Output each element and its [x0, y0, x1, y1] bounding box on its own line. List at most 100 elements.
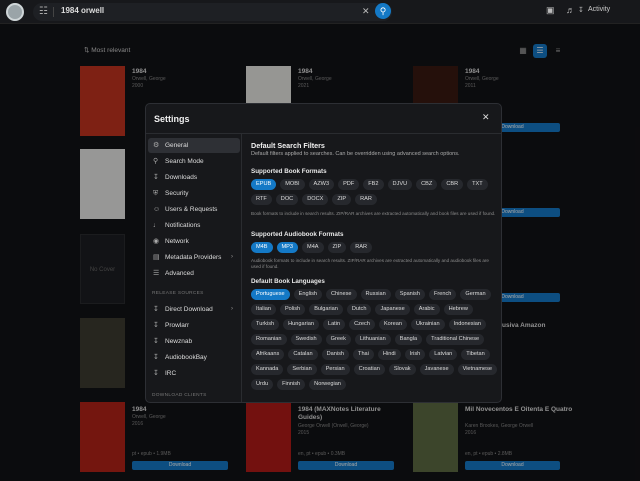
audiobook-format-chips: M4B MP3 M4A ZIP RAR [251, 242, 499, 253]
sidebar-item-network[interactable]: ◉ Network [148, 234, 240, 249]
language-chip[interactable]: Hebrew [443, 304, 473, 315]
search-box[interactable]: ☷ 1984 orwell ✕ [33, 3, 392, 21]
language-chip[interactable]: Russian [360, 289, 391, 300]
sidebar-item-irc[interactable]: ↧ IRC [148, 366, 240, 381]
language-chip[interactable]: Slovak [388, 364, 416, 375]
sidebar-item-audiobookbay[interactable]: ↧ AudiobookBay [148, 350, 240, 365]
audiobook-format-chip[interactable]: M4B [251, 242, 273, 253]
language-chip[interactable]: Czech [349, 319, 375, 330]
language-chip[interactable]: Lithuanian [354, 334, 391, 345]
language-chip[interactable]: Irish [404, 349, 426, 360]
language-chip[interactable]: Bangla [394, 334, 423, 345]
book-format-chip[interactable]: DOC [275, 194, 299, 205]
language-chip[interactable]: Javanese [419, 364, 454, 375]
language-chip[interactable]: Portuguese [251, 289, 290, 300]
sidebar-item-downloads[interactable]: ↧ Downloads [148, 170, 240, 185]
clear-icon[interactable]: ✕ [362, 6, 370, 17]
audiobook-format-chip[interactable]: ZIP [327, 242, 347, 253]
language-chip[interactable]: Swedish [290, 334, 322, 345]
globe-icon: ◉ [153, 238, 160, 245]
language-chip[interactable]: Romanian [251, 334, 287, 345]
language-chip[interactable]: Vietnamese [457, 364, 498, 375]
release-sources-label: RELEASE SOURCES [152, 291, 204, 296]
book-formats-hint: Book formats to include in search result… [251, 211, 496, 216]
book-formats-title: Supported Book Formats [251, 168, 327, 175]
language-chip[interactable]: Finnish [277, 379, 306, 390]
language-chip[interactable]: Indonesian [448, 319, 487, 330]
book-format-chip[interactable]: ZIP [332, 194, 352, 205]
app-logo[interactable] [6, 3, 24, 21]
language-chip[interactable]: Thai [353, 349, 374, 360]
book-icon[interactable]: ☷ [39, 6, 48, 17]
download-icon: ↧ [153, 354, 159, 361]
language-chip[interactable]: Hungarian [283, 319, 319, 330]
language-chip[interactable]: French [428, 289, 457, 300]
book-format-chip[interactable]: MOBI [280, 179, 305, 190]
language-chip[interactable]: Latvian [429, 349, 458, 360]
settings-content: Default Search Filters Default filters a… [242, 134, 501, 402]
database-icon: ▤ [153, 254, 160, 261]
language-chip[interactable]: German [460, 289, 491, 300]
language-chip[interactable]: Greek [325, 334, 351, 345]
sidebar-item-search-mode[interactable]: ⚲ Search Mode [148, 154, 240, 169]
language-chip[interactable]: Persian [320, 364, 350, 375]
close-icon[interactable]: ✕ [482, 112, 490, 123]
book-format-chip[interactable]: RAR [355, 194, 377, 205]
language-chip[interactable]: Korean [378, 319, 407, 330]
sidebar-item-security[interactable]: ⛨ Security [148, 186, 240, 201]
book-format-chip[interactable]: CBR [441, 179, 464, 190]
book-open-icon[interactable]: ▣ [546, 5, 555, 16]
language-chip[interactable]: Dutch [346, 304, 372, 315]
language-chip[interactable]: Serbian [287, 364, 317, 375]
language-chip[interactable]: Catalan [288, 349, 318, 360]
book-format-chip[interactable]: AZW3 [308, 179, 335, 190]
search-button[interactable]: ⚲ [375, 3, 391, 19]
modal-title: Settings [154, 114, 190, 124]
language-chip[interactable]: Danish [321, 349, 350, 360]
language-chip[interactable]: Kannada [251, 364, 284, 375]
audiobook-format-chip[interactable]: RAR [350, 242, 373, 253]
language-chip[interactable]: Japanese [375, 304, 410, 315]
book-format-chip[interactable]: FB2 [363, 179, 384, 190]
sidebar-item-prowlarr[interactable]: ↧ Prowlarr [148, 318, 240, 333]
sidebar-item-notifications[interactable]: ♩ Notifications [148, 218, 240, 233]
language-chip[interactable]: Bulgarian [309, 304, 343, 315]
audiobook-format-chip[interactable]: M4A [302, 242, 324, 253]
sidebar-item-newznab[interactable]: ↧ Newznab [148, 334, 240, 349]
language-chip[interactable]: Latin [322, 319, 346, 330]
language-chip[interactable]: Turkish [251, 319, 280, 330]
audiobook-format-chip[interactable]: MP3 [276, 242, 299, 253]
language-chip[interactable]: Urdu [251, 379, 274, 390]
book-format-chip[interactable]: DOCX [302, 194, 329, 205]
language-chip[interactable]: Norwegian [309, 379, 346, 390]
book-format-chip[interactable]: DJVU [387, 179, 413, 190]
language-chip[interactable]: Ukrainian [411, 319, 445, 330]
activity-button[interactable]: Activity [588, 6, 610, 13]
language-chip[interactable]: Croatian [353, 364, 385, 375]
language-chip[interactable]: Afrikaans [251, 349, 285, 360]
language-chip[interactable]: Traditional Chinese [426, 334, 485, 345]
sidebar-item-users-requests[interactable]: ☺ Users & Requests [148, 202, 240, 217]
download-icon: ↧ [153, 370, 159, 377]
book-format-chip[interactable]: CBZ [416, 179, 438, 190]
audiobook-formats-hint: Audiobook formats to include in search r… [251, 258, 489, 269]
language-chip[interactable]: Italian [251, 304, 276, 315]
sidebar-item-general[interactable]: ⚙ General [148, 138, 240, 153]
sidebar-item-advanced[interactable]: ☰ Advanced [148, 266, 240, 281]
language-chip[interactable]: Tibetan [461, 349, 490, 360]
book-format-chip[interactable]: PDF [338, 179, 360, 190]
language-chip[interactable]: English [293, 289, 322, 300]
language-chip[interactable]: Arabic [413, 304, 440, 315]
language-chip[interactable]: Spanish [394, 289, 425, 300]
search-input[interactable]: 1984 orwell [61, 6, 104, 15]
speaker-icon[interactable]: ♬ [566, 5, 575, 15]
sidebar-item-direct-download[interactable]: ↧ Direct Download › [148, 302, 240, 317]
users-icon: ☺ [153, 206, 161, 213]
language-chip[interactable]: Hindi [377, 349, 401, 360]
book-format-chip[interactable]: TXT [467, 179, 488, 190]
book-format-chip[interactable]: EPUB [251, 179, 277, 190]
sidebar-item-metadata-providers[interactable]: ▤ Metadata Providers › [148, 250, 240, 265]
language-chip[interactable]: Chinese [325, 289, 357, 300]
book-format-chip[interactable]: RTF [251, 194, 272, 205]
language-chip[interactable]: Polish [279, 304, 306, 315]
